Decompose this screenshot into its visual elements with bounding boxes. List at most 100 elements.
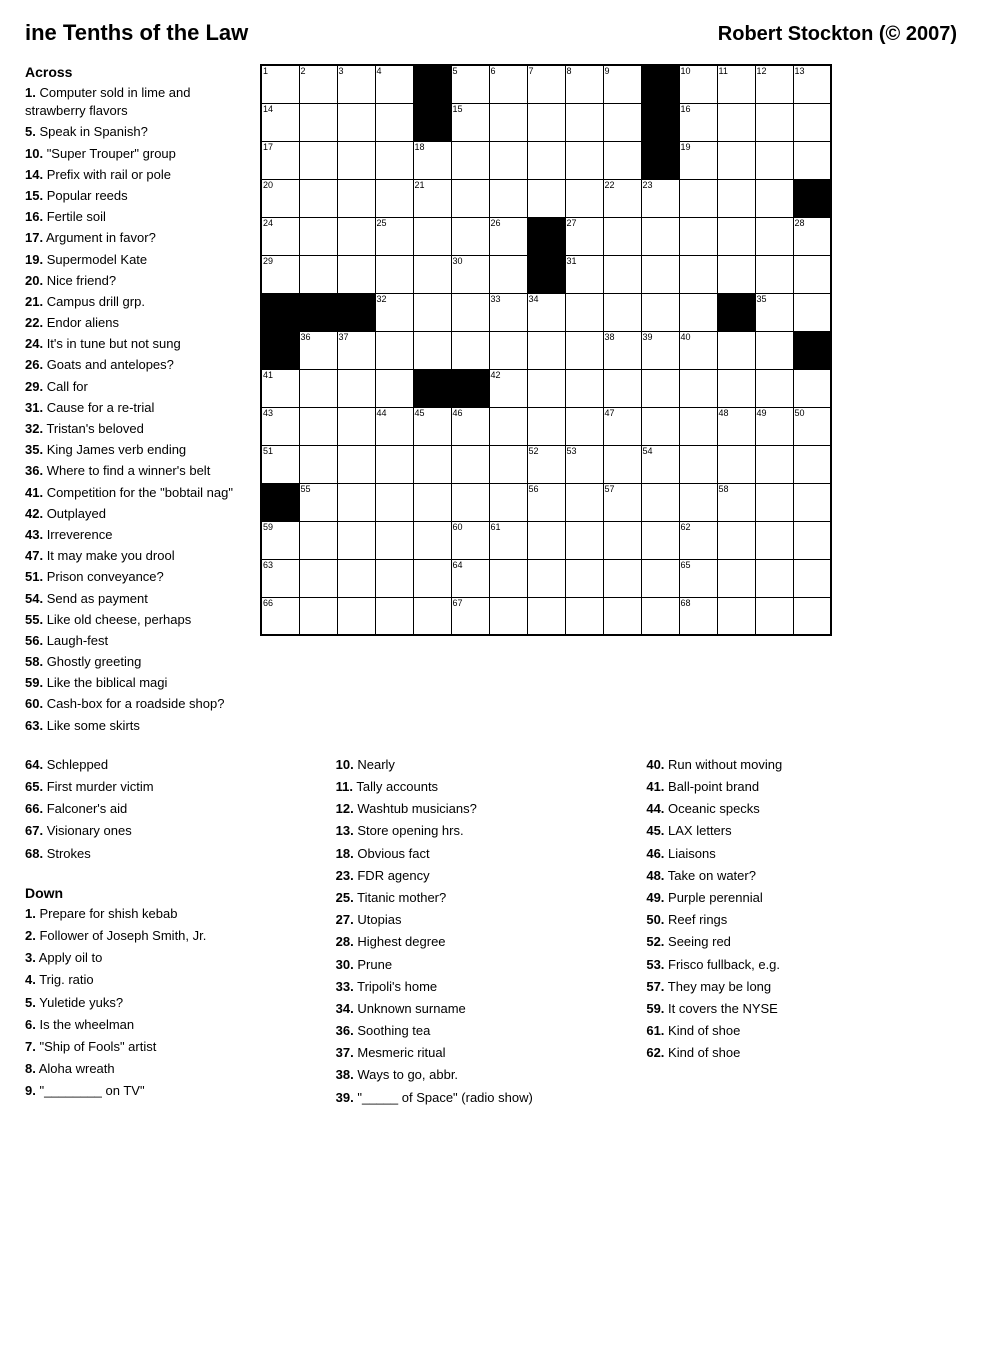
cell-number: 62 (681, 523, 691, 532)
cell-number: 13 (795, 67, 805, 76)
clue-item: 6. Is the wheelman (25, 1016, 326, 1034)
clue-item: 55. Like old cheese, perhaps (25, 611, 245, 629)
grid-cell (565, 407, 603, 445)
grid-cell: 42 (489, 369, 527, 407)
grid-cell (337, 293, 375, 331)
cell-number: 21 (415, 181, 425, 190)
grid-cell (793, 331, 831, 369)
grid-cell (527, 597, 565, 635)
grid-cell (793, 597, 831, 635)
grid-cell (489, 407, 527, 445)
grid-cell: 43 (261, 407, 299, 445)
grid-cell: 28 (793, 217, 831, 255)
grid-cell (717, 255, 755, 293)
grid-cell: 64 (451, 559, 489, 597)
cell-number: 52 (529, 447, 539, 456)
clue-item: 37. Mesmeric ritual (336, 1044, 637, 1062)
grid-cell (755, 141, 793, 179)
grid-cell (413, 103, 451, 141)
grid-cell (527, 331, 565, 369)
grid-cell (299, 141, 337, 179)
grid-cell (489, 483, 527, 521)
clue-item: 20. Nice friend? (25, 272, 245, 290)
puzzle-title: ine Tenths of the Law (25, 20, 248, 46)
grid-cell: 25 (375, 217, 413, 255)
grid-cell: 24 (261, 217, 299, 255)
clue-item: 40. Run without moving (646, 756, 947, 774)
clue-item: 63. Like some skirts (25, 717, 245, 735)
cell-number: 1 (263, 67, 268, 76)
grid-cell: 12 (755, 65, 793, 103)
grid-cell (451, 217, 489, 255)
grid-cell: 45 (413, 407, 451, 445)
clue-item: 1. Prepare for shish kebab (25, 905, 326, 923)
cell-number: 12 (757, 67, 767, 76)
grid-cell (299, 521, 337, 559)
across-title: Across (25, 64, 245, 80)
grid-cell (375, 559, 413, 597)
grid-cell (641, 407, 679, 445)
grid-cell (375, 255, 413, 293)
grid-cell: 9 (603, 65, 641, 103)
grid-cell (641, 369, 679, 407)
grid-cell (413, 521, 451, 559)
grid-cell (641, 255, 679, 293)
grid-cell: 32 (375, 293, 413, 331)
grid-cell (489, 179, 527, 217)
cell-number: 8 (567, 67, 572, 76)
grid-cell (603, 369, 641, 407)
clue-item: 4. Trig. ratio (25, 971, 326, 989)
grid-cell: 61 (489, 521, 527, 559)
grid-cell (489, 559, 527, 597)
across-clues-col3: 40. Run without moving41. Ball-point bra… (646, 756, 947, 1063)
grid-cell (261, 331, 299, 369)
grid-cell: 23 (641, 179, 679, 217)
clue-item: 24. It's in tune but not sung (25, 335, 245, 353)
bottom-col-2: 10. Nearly11. Tally accounts12. Washtub … (336, 756, 647, 1111)
clue-item: 30. Prune (336, 956, 637, 974)
clue-item: 65. First murder victim (25, 778, 326, 796)
grid-cell (527, 559, 565, 597)
grid-cell: 67 (451, 597, 489, 635)
cell-number: 57 (605, 485, 615, 494)
grid-cell: 55 (299, 483, 337, 521)
grid-cell (489, 103, 527, 141)
grid-cell (337, 255, 375, 293)
clue-item: 56. Laugh-fest (25, 632, 245, 650)
clue-item: 54. Send as payment (25, 590, 245, 608)
grid-cell (413, 483, 451, 521)
cell-number: 36 (301, 333, 311, 342)
clue-item: 32. Tristan's beloved (25, 420, 245, 438)
grid-cell (375, 521, 413, 559)
grid-cell (679, 179, 717, 217)
grid-cell: 58 (717, 483, 755, 521)
grid-cell: 44 (375, 407, 413, 445)
grid-cell: 30 (451, 255, 489, 293)
clue-item: 31. Cause for a re-trial (25, 399, 245, 417)
grid-cell (755, 483, 793, 521)
grid-cell (489, 331, 527, 369)
grid-cell: 14 (261, 103, 299, 141)
cell-number: 14 (263, 105, 273, 114)
clue-item: 5. Speak in Spanish? (25, 123, 245, 141)
clue-item: 10. "Super Trouper" group (25, 145, 245, 163)
clue-item: 58. Ghostly greeting (25, 653, 245, 671)
clue-item: 47. It may make you drool (25, 547, 245, 565)
grid-cell (413, 217, 451, 255)
grid-cell (413, 293, 451, 331)
grid-cell (565, 141, 603, 179)
grid-cell (413, 369, 451, 407)
grid-cell: 35 (755, 293, 793, 331)
cell-number: 45 (415, 409, 425, 418)
grid-cell (641, 217, 679, 255)
grid-cell (451, 179, 489, 217)
clue-item: 17. Argument in favor? (25, 229, 245, 247)
cell-number: 58 (719, 485, 729, 494)
clue-item: 39. "_____ of Space" (radio show) (336, 1089, 637, 1107)
grid-cell: 22 (603, 179, 641, 217)
cell-number: 51 (263, 447, 273, 456)
grid-cell (527, 369, 565, 407)
grid-cell (755, 331, 793, 369)
grid-cell (755, 179, 793, 217)
cell-number: 23 (643, 181, 653, 190)
